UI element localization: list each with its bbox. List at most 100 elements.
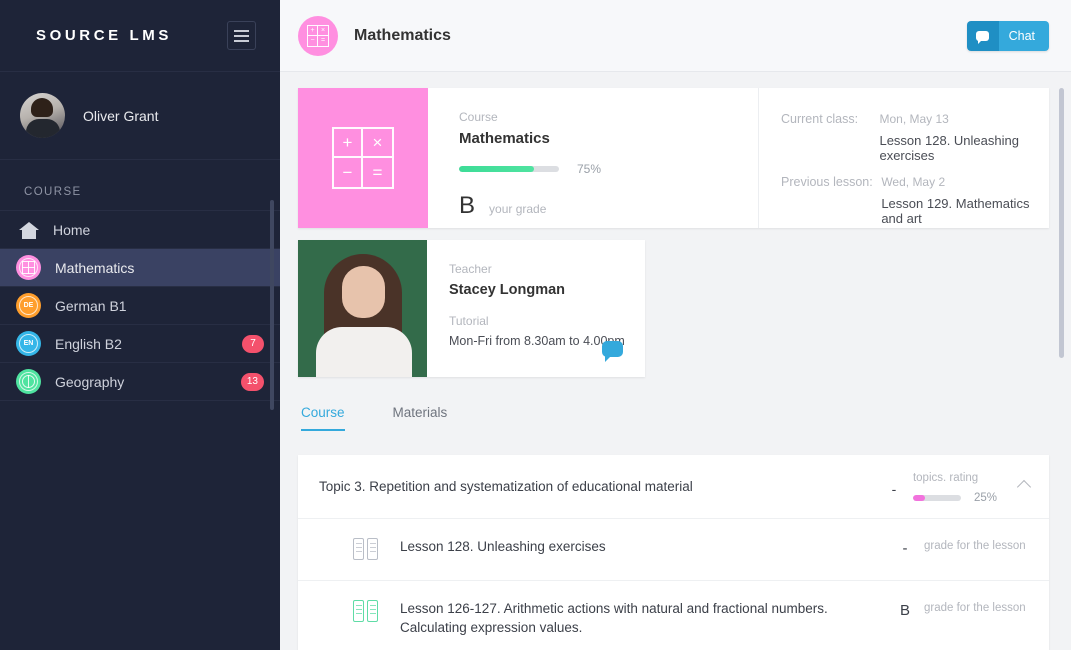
teacher-label: Teacher bbox=[449, 262, 492, 276]
sidebar-item-label: Mathematics bbox=[55, 259, 135, 276]
sidebar-item-english[interactable]: EN English B2 7 bbox=[0, 325, 280, 363]
sidebar-badge-count: 13 bbox=[240, 372, 264, 391]
course-grade: B your grade bbox=[459, 192, 758, 220]
sidebar-nav: Home Mathematics DE German B1 EN English… bbox=[0, 210, 280, 401]
times-symbol: × bbox=[363, 129, 392, 158]
home-icon bbox=[19, 221, 39, 239]
sidebar-item-label: German B1 bbox=[55, 297, 127, 314]
teacher-info: Teacher Stacey Longman Tutorial Mon-Fri … bbox=[427, 240, 645, 377]
lesson-title: Lesson 128. Unleashing exercises bbox=[400, 539, 606, 554]
lesson-grade-caption: grade for the lesson bbox=[924, 602, 1026, 614]
progress-track bbox=[459, 166, 559, 172]
lesson-grade: B grade for the lesson bbox=[894, 599, 1029, 619]
chat-bubble-icon bbox=[966, 20, 999, 51]
tab-materials[interactable]: Materials bbox=[393, 405, 448, 431]
grade-caption: your grade bbox=[489, 202, 547, 216]
book-icon bbox=[353, 600, 378, 622]
topic-rating-mark: - bbox=[891, 480, 897, 497]
lesson-title: Lesson 126-127. Arithmetic actions with … bbox=[400, 601, 828, 635]
topic-rating-percent: 25% bbox=[973, 491, 997, 504]
de-icon: DE bbox=[16, 293, 41, 318]
current-class-date: Mon, May 13 bbox=[879, 112, 949, 126]
topic-rating-fill bbox=[912, 494, 925, 501]
topbar: + × − = Mathematics Chat bbox=[280, 0, 1071, 72]
tab-course[interactable]: Course bbox=[301, 405, 345, 431]
app-root: SOURCE LMS Oliver Grant COURSE Home Math… bbox=[0, 0, 1071, 650]
main-area: + × − = Mathematics Chat + × − = Course … bbox=[280, 0, 1071, 650]
minus-symbol: − bbox=[334, 158, 363, 187]
course-info: Course Mathematics 75% B your grade bbox=[428, 88, 758, 228]
progress-percent: 75% bbox=[577, 162, 602, 176]
teacher-name: Stacey Longman bbox=[449, 282, 566, 298]
plus-symbol: + bbox=[334, 129, 363, 158]
en-abbr: EN bbox=[23, 340, 34, 347]
sidebar-item-label: Home bbox=[53, 221, 91, 238]
sidebar-user[interactable]: Oliver Grant bbox=[0, 72, 280, 160]
topic-rating: - topics. rating 25% bbox=[883, 470, 1032, 504]
minus-symbol: − bbox=[308, 35, 318, 46]
topic-card: Topic 3. Repetition and systematization … bbox=[298, 455, 1049, 650]
grade-letter: B bbox=[459, 192, 476, 219]
sidebar-header: SOURCE LMS bbox=[0, 0, 280, 72]
sidebar: SOURCE LMS Oliver Grant COURSE Home Math… bbox=[0, 0, 280, 650]
sidebar-item-label: English B2 bbox=[55, 335, 122, 352]
course-summary-card: + × − = Course Mathematics 75% B your gr… bbox=[298, 88, 1049, 228]
sidebar-section-label: COURSE bbox=[24, 186, 82, 198]
current-class-row: Current class: Mon, May 13 Lesson 128. U… bbox=[781, 112, 1049, 163]
book-icon bbox=[353, 538, 378, 560]
tutorial-label: Tutorial bbox=[449, 314, 489, 328]
lesson-grade: - grade for the lesson bbox=[894, 537, 1029, 557]
times-symbol: × bbox=[318, 26, 328, 36]
sidebar-item-german[interactable]: DE German B1 bbox=[0, 287, 280, 325]
chat-button[interactable]: Chat bbox=[966, 20, 1049, 51]
topic-rating-track bbox=[912, 494, 961, 501]
sidebar-item-geography[interactable]: Geography 13 bbox=[0, 363, 280, 401]
math-grid-icon: + × − = bbox=[298, 15, 338, 56]
list-item[interactable]: Lesson 128. Unleashing exercises - grade… bbox=[298, 519, 1049, 581]
chat-bubble-icon[interactable] bbox=[602, 341, 623, 362]
current-class-title: Lesson 128. Unleashing exercises bbox=[879, 133, 1019, 163]
teacher-photo bbox=[298, 240, 427, 377]
list-item[interactable]: Lesson 126-127. Arithmetic actions with … bbox=[298, 581, 1049, 650]
lesson-grade-caption: grade for the lesson bbox=[924, 540, 1026, 552]
page-title: Mathematics bbox=[354, 26, 451, 44]
chevron-up-icon[interactable] bbox=[1016, 479, 1032, 494]
previous-lesson-date: Wed, May 2 bbox=[881, 175, 946, 189]
course-name: Mathematics bbox=[459, 130, 550, 147]
en-icon: EN bbox=[16, 331, 41, 356]
topic-header[interactable]: Topic 3. Repetition and systematization … bbox=[298, 455, 1049, 519]
equals-symbol: = bbox=[320, 37, 326, 44]
topic-rating-label: topics. rating bbox=[912, 471, 979, 484]
de-abbr: DE bbox=[23, 302, 34, 309]
progress-fill bbox=[459, 166, 534, 172]
previous-lesson-title: Lesson 129. Mathematics and art bbox=[881, 196, 1030, 226]
hamburger-icon[interactable] bbox=[227, 21, 256, 50]
sidebar-badge-count: 7 bbox=[242, 334, 264, 353]
lesson-grade-mark: B bbox=[899, 602, 910, 619]
user-name: Oliver Grant bbox=[83, 107, 159, 124]
sidebar-scrollbar[interactable] bbox=[270, 200, 274, 410]
globe-icon bbox=[16, 369, 41, 394]
content-scroll-area: + × − = Course Mathematics 75% B your gr… bbox=[280, 72, 1071, 650]
previous-lesson-label: Previous lesson: bbox=[781, 175, 873, 189]
chat-button-label: Chat bbox=[998, 20, 1049, 51]
course-schedule: Current class: Mon, May 13 Lesson 128. U… bbox=[758, 88, 1049, 228]
content-tabs: Course Materials bbox=[298, 405, 1049, 431]
topic-title: Topic 3. Repetition and systematization … bbox=[319, 479, 693, 494]
sidebar-item-home[interactable]: Home bbox=[0, 211, 280, 249]
sidebar-item-mathematics[interactable]: Mathematics bbox=[0, 249, 280, 287]
sidebar-item-label: Geography bbox=[55, 373, 125, 390]
course-label: Course bbox=[459, 110, 498, 124]
main-scrollbar[interactable] bbox=[1059, 88, 1064, 358]
current-class-label: Current class: bbox=[781, 112, 859, 126]
teacher-card: Teacher Stacey Longman Tutorial Mon-Fri … bbox=[298, 240, 645, 377]
course-tile-icon: + × − = bbox=[298, 88, 428, 228]
math-grid-icon bbox=[16, 255, 41, 280]
lesson-grade-mark: - bbox=[902, 540, 908, 557]
app-logo: SOURCE LMS bbox=[36, 27, 173, 44]
avatar bbox=[20, 93, 65, 138]
equals-symbol: = bbox=[372, 163, 383, 182]
plus-symbol: + bbox=[308, 25, 318, 36]
course-progress: 75% bbox=[459, 162, 758, 176]
previous-lesson-row: Previous lesson: Wed, May 2 Lesson 129. … bbox=[781, 175, 1049, 226]
